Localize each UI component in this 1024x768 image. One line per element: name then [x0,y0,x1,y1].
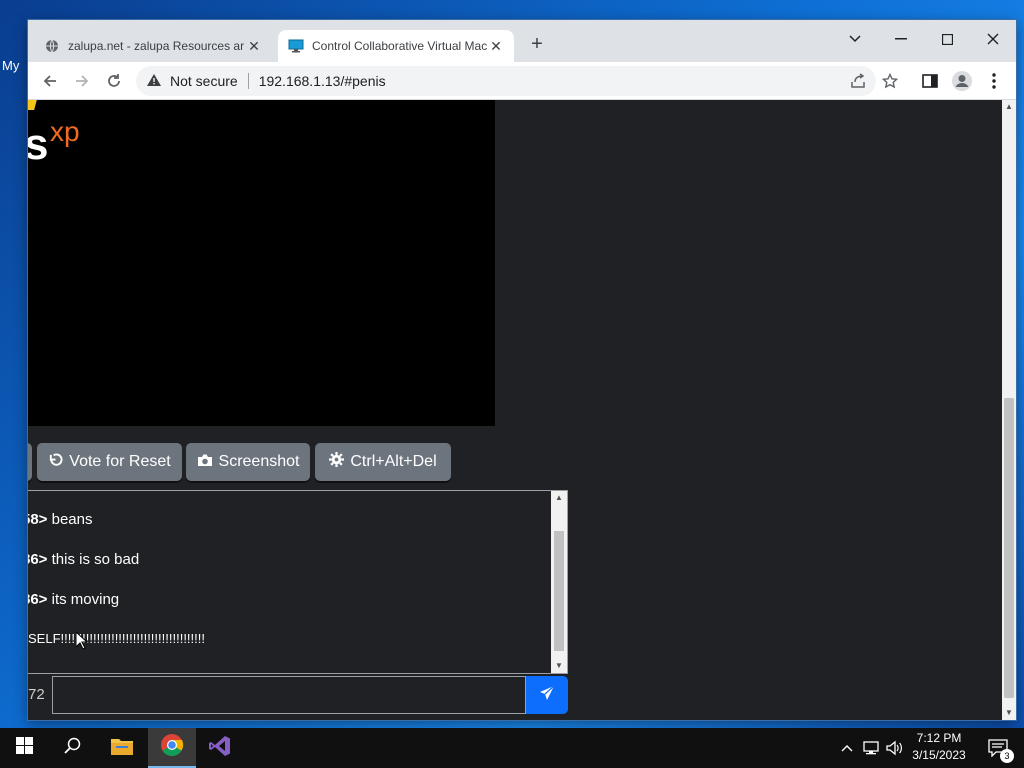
chat-username: 86> [28,591,48,608]
chrome-taskbar-button[interactable] [148,728,196,768]
side-panel-icon[interactable] [916,67,944,95]
close-tab-icon[interactable]: ✕ [488,38,504,54]
windows-logo-fragment [28,100,38,110]
clock-date: 3/15/2023 [912,748,966,762]
chat-input-bar: 72 [28,676,568,714]
chat-text: beans [51,511,93,528]
forward-button[interactable] [68,67,96,95]
page-scroll-thumb[interactable] [1004,398,1014,698]
windows-taskbar: 7:12 PM 3/15/2023 3 [0,728,1024,768]
vm-screen[interactable]: s xp [28,100,495,426]
page-viewport: s xp Vote for Reset Screenshot Ctrl+Alt+… [28,100,1002,720]
vote-reset-label: Vote for Reset [69,453,171,470]
back-button[interactable] [36,67,64,95]
chat-message: 86> this is so bad [28,551,139,568]
reload-button[interactable] [100,67,128,95]
system-clock[interactable]: 7:12 PM 3/15/2023 [906,730,972,766]
folder-icon [110,736,134,761]
xp-logo-letter: s [28,120,49,169]
chat-username: 86> [28,551,48,568]
chat-input[interactable] [52,676,526,714]
chat-message: 58> beans [28,511,93,528]
file-explorer-button[interactable] [98,728,146,768]
tab-search-icon[interactable] [832,24,878,54]
chat-log[interactable]: 58> beans 86> this is so bad 86> its mov… [28,490,568,674]
screenshot-label: Screenshot [218,453,300,470]
vm-button-partial[interactable] [28,443,32,481]
visual-studio-button[interactable] [196,728,244,768]
menu-kebab-icon[interactable] [980,67,1008,95]
scroll-down-arrow[interactable]: ▼ [551,659,567,673]
chat-scrollbar[interactable]: ▲ ▼ [551,491,567,673]
maximize-button[interactable] [924,24,970,54]
chat-text: its moving [51,591,120,608]
monitor-icon [288,38,304,54]
search-icon [63,737,81,759]
tab-label: Control Collaborative Virtual Mac [312,39,488,53]
notification-count-badge: 3 [1000,749,1014,763]
volume-icon[interactable] [884,728,906,768]
close-window-button[interactable] [970,24,1016,54]
address-bar[interactable]: Not secure 192.168.1.13/#penis [136,66,876,96]
chat-message: SELF!!!!!!!!!!!!!!!!!!!!!!!!!!!!!!!!!!!!… [28,631,205,646]
send-button[interactable] [526,676,568,714]
url-text[interactable]: 192.168.1.13/#penis [259,73,386,89]
minimize-button[interactable] [878,24,924,54]
screenshot-button[interactable]: Screenshot [186,443,310,481]
profile-avatar-icon[interactable] [948,67,976,95]
warning-icon[interactable] [146,73,162,90]
chat-message: 86> its moving [28,591,119,608]
scroll-thumb[interactable] [554,531,564,651]
tray-chevron-icon[interactable] [838,728,856,768]
clock-time: 7:12 PM [916,731,962,745]
globe-icon [44,38,60,54]
page-scroll-up-arrow[interactable]: ▲ [1002,100,1016,114]
page-scroll-down-arrow[interactable]: ▼ [1002,706,1016,720]
desktop-icon-label: My [2,58,20,73]
start-button[interactable] [0,728,48,768]
address-divider [247,73,249,89]
new-tab-button[interactable]: + [526,34,548,56]
close-tab-icon[interactable]: ✕ [246,38,262,54]
action-center-button[interactable]: 3 [982,732,1014,764]
paper-plane-icon [539,685,555,706]
online-user-count: 72 [28,676,52,714]
vote-reset-button[interactable]: Vote for Reset [37,443,182,481]
chat-text: SELF!!!!!!!!!!!!!!!!!!!!!!!!!!!!!!!!!!!!… [28,631,205,646]
gear-icon [329,452,345,472]
ctrl-alt-del-button[interactable]: Ctrl+Alt+Del [315,443,451,481]
ctrl-alt-del-label: Ctrl+Alt+Del [350,453,437,470]
tab-label: zalupa.net - zalupa Resources ar [68,39,245,53]
windows-logo-icon [15,737,33,759]
chat-username: 58> [28,511,48,528]
notification-icon: 3 [988,739,1014,763]
undo-icon [48,452,63,472]
chrome-icon [160,733,184,762]
network-icon[interactable] [860,728,882,768]
scroll-up-arrow[interactable]: ▲ [551,491,567,505]
page-scrollbar[interactable]: ▲ ▼ [1002,100,1016,720]
bookmark-star-icon[interactable] [876,67,904,95]
vm-button-row: Vote for Reset Screenshot Ctrl+Alt+Del [28,443,488,481]
security-status[interactable]: Not secure [170,73,238,89]
tab-collabvm[interactable]: Control Collaborative Virtual Mac ✕ [278,30,514,62]
xp-logo-superscript: xp [50,116,80,147]
tab-strip: zalupa.net - zalupa Resources ar ✕ Contr… [28,20,1016,62]
tab-zalupa[interactable]: zalupa.net - zalupa Resources ar ✕ [34,30,272,62]
browser-window: zalupa.net - zalupa Resources ar ✕ Contr… [28,20,1016,720]
share-icon[interactable] [844,67,872,95]
visual-studio-icon [208,734,232,763]
browser-toolbar: Not secure 192.168.1.13/#penis [28,62,1016,100]
chat-text: this is so bad [51,551,140,568]
search-button[interactable] [48,728,96,768]
camera-icon [197,453,213,472]
